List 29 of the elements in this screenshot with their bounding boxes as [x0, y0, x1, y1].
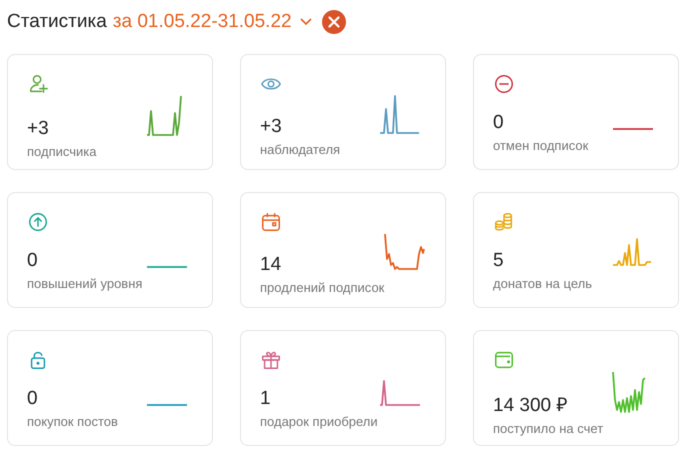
stat-label: донатов на цель — [493, 276, 592, 291]
close-button[interactable] — [322, 10, 346, 34]
stat-value: +3 — [260, 116, 283, 138]
stat-value: 0 — [27, 388, 39, 410]
sparkline — [612, 127, 654, 131]
stat-value: 5 — [493, 250, 505, 272]
stat-label: повышений уровня — [27, 276, 142, 291]
stat-value: 0 — [493, 112, 505, 134]
stat-label: подарок приобрели — [260, 414, 378, 429]
sparkline — [379, 95, 421, 134]
stat-label: подписчика — [27, 144, 96, 159]
stat-value: 14 — [260, 254, 282, 276]
period-dropdown[interactable]: за 01.05.22-31.05.22 — [112, 11, 312, 33]
sparkline — [146, 403, 188, 407]
stat-label: покупок постов — [27, 414, 118, 429]
stat-label: наблюдателя — [260, 142, 340, 157]
page-title: Статистика — [7, 11, 107, 33]
stat-value: 1 — [260, 388, 272, 410]
sparkline — [146, 265, 188, 269]
sparkline — [612, 238, 654, 266]
caret-icon — [300, 18, 312, 26]
stat-label: поступило на счет — [493, 421, 604, 436]
sparkline — [384, 233, 426, 270]
sparkline — [379, 380, 421, 406]
stat-value: 14 300 ₽ — [493, 394, 568, 417]
stat-value: 0 — [27, 250, 39, 272]
stat-value: +3 — [27, 118, 50, 140]
stat-label: продлений подписок — [260, 280, 384, 295]
stat-label: отмен подписок — [493, 138, 588, 153]
